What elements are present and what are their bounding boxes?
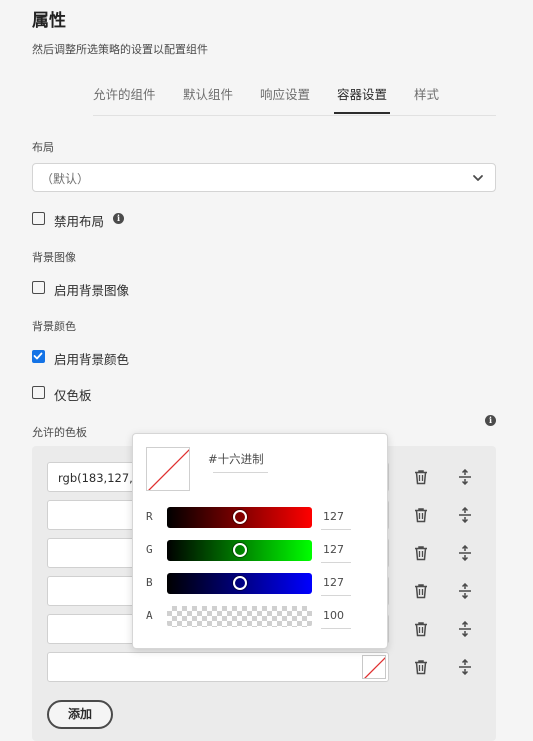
move-vertical-icon[interactable]	[457, 545, 473, 561]
tab-container-settings[interactable]: 容器设置	[337, 84, 387, 103]
tab-bar: 允许的组件 默认组件 响应设置 容器设置 样式	[93, 84, 496, 116]
swatches-only-checkbox[interactable]	[32, 386, 45, 399]
trash-icon[interactable]	[413, 545, 429, 561]
checkmark-icon	[33, 352, 43, 360]
move-vertical-icon[interactable]	[457, 469, 473, 485]
move-vertical-icon[interactable]	[457, 659, 473, 675]
hex-input-underline	[213, 472, 268, 473]
alpha-slider[interactable]	[167, 606, 312, 627]
alpha-value-underline	[321, 628, 351, 629]
enable-background-image-label: 启用背景图像	[54, 283, 130, 298]
tab-default-components[interactable]: 默认组件	[183, 84, 233, 103]
trash-icon[interactable]	[413, 621, 429, 637]
red-value-underline	[321, 529, 351, 530]
active-tab-indicator	[334, 112, 390, 114]
move-vertical-icon[interactable]	[457, 507, 473, 523]
enable-background-color-label: 启用背景颜色	[54, 352, 130, 367]
red-slider[interactable]	[167, 507, 312, 528]
tab-styles[interactable]: 样式	[414, 84, 439, 103]
layout-select-value: （默认）	[41, 172, 90, 186]
green-slider-handle[interactable]	[232, 543, 247, 557]
info-icon[interactable]: i	[485, 415, 496, 426]
green-slider[interactable]	[167, 540, 312, 561]
color-preview	[146, 447, 190, 491]
enable-background-image-checkbox[interactable]	[32, 281, 45, 294]
move-vertical-icon[interactable]	[457, 621, 473, 637]
move-vertical-icon[interactable]	[457, 583, 473, 599]
layout-select[interactable]: （默认）	[32, 163, 496, 192]
green-channel-label: G	[146, 543, 153, 556]
blue-value-input[interactable]: 127	[323, 576, 353, 589]
info-icon[interactable]: i	[113, 213, 124, 224]
tab-responsive-settings[interactable]: 响应设置	[260, 84, 310, 103]
no-color-icon	[148, 449, 189, 490]
allowed-swatches-label: 允许的色板	[32, 426, 87, 439]
hex-input-label[interactable]: #十六进制	[208, 451, 264, 467]
disable-layout-label: 禁用布局	[54, 214, 105, 229]
background-image-label: 背景图像	[32, 251, 76, 264]
swatches-only-label: 仅色板	[54, 388, 92, 403]
blue-channel-label: B	[146, 576, 153, 589]
blue-value-underline	[321, 595, 351, 596]
swatch-color-input[interactable]	[47, 652, 389, 682]
alpha-channel-label: A	[146, 609, 153, 622]
no-color-icon	[364, 657, 385, 678]
page-title: 属性	[32, 11, 66, 31]
red-slider-handle[interactable]	[232, 510, 247, 524]
background-color-label: 背景颜色	[32, 320, 76, 333]
green-value-input[interactable]: 127	[323, 543, 353, 556]
swatch-preview-button[interactable]	[362, 655, 386, 679]
page-subtitle: 然后调整所选策略的设置以配置组件	[32, 43, 208, 56]
chevron-down-icon	[473, 175, 483, 181]
add-swatch-button[interactable]: 添加	[47, 700, 113, 729]
red-channel-label: R	[146, 510, 153, 523]
blue-slider-handle[interactable]	[232, 576, 247, 590]
red-value-input[interactable]: 127	[323, 510, 353, 523]
enable-background-color-checkbox[interactable]	[32, 350, 45, 363]
trash-icon[interactable]	[413, 469, 429, 485]
trash-icon[interactable]	[413, 507, 429, 523]
disable-layout-checkbox[interactable]	[32, 212, 45, 225]
tab-allowed-components[interactable]: 允许的组件	[93, 84, 156, 103]
alpha-value-input[interactable]: 100	[323, 609, 353, 622]
trash-icon[interactable]	[413, 659, 429, 675]
blue-slider[interactable]	[167, 573, 312, 594]
green-value-underline	[321, 562, 351, 563]
layout-label: 布局	[32, 141, 54, 154]
color-picker-popover: #十六进制 R 127 G 127 B 127 A 100	[132, 433, 388, 649]
trash-icon[interactable]	[413, 583, 429, 599]
